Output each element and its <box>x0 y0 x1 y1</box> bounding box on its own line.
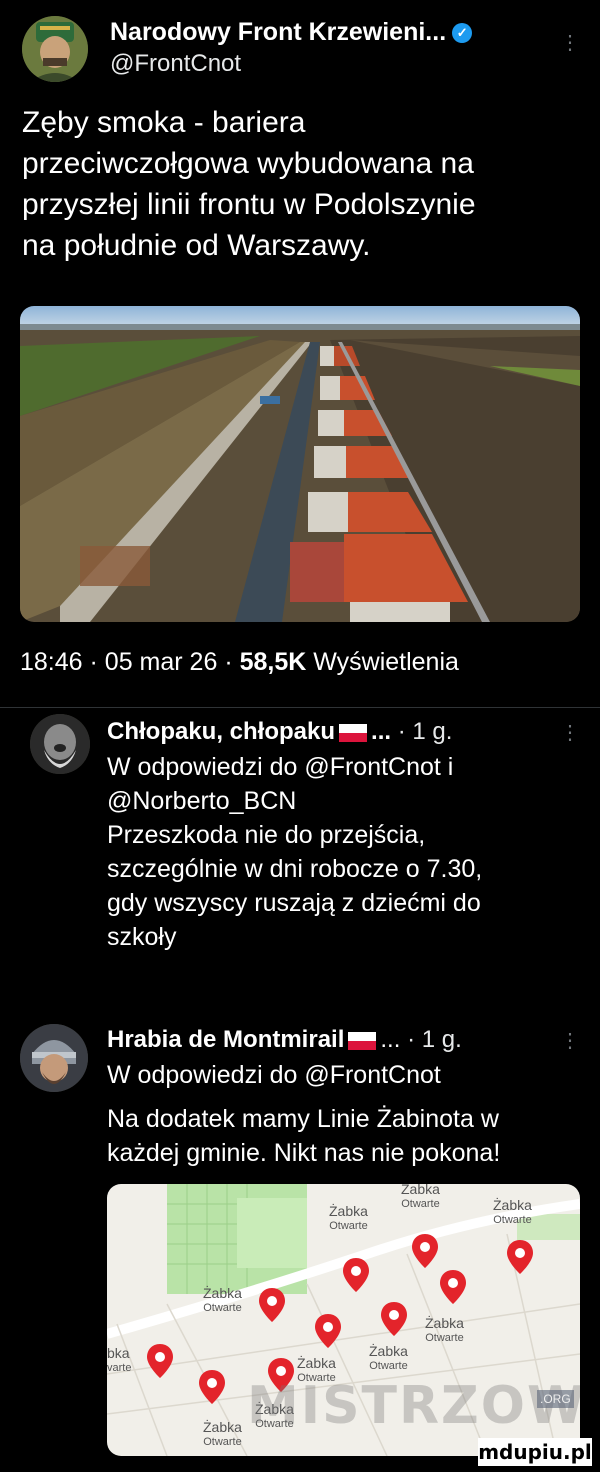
reply-text-line: gdy wszyscy ruszają z dziećmi do <box>107 889 481 917</box>
reply-text: Przeszkoda nie do przejścia, szczególnie… <box>107 818 587 954</box>
reply-to: W odpowiedzi do @FrontCnot <box>107 1058 577 1092</box>
reply-author-name[interactable]: Chłopaku, chłopaku <box>107 718 335 745</box>
reply-to-line: W odpowiedzi do @FrontCnot i <box>107 753 454 781</box>
more-options-icon[interactable]: ⋮ <box>560 1028 581 1053</box>
map-label: bka varte <box>107 1346 131 1376</box>
map-pin-icon <box>440 1270 466 1309</box>
map-label-status: Otwarte <box>493 1214 532 1226</box>
views-label: Wyświetlenia <box>313 648 459 676</box>
map-label-status: varte <box>107 1362 132 1374</box>
map-label-title: bka <box>107 1345 130 1361</box>
photo-image <box>20 306 580 622</box>
author-name[interactable]: Narodowy Front Krzewieni... <box>110 18 446 46</box>
reply-text-line: szkoły <box>107 923 177 951</box>
reply-text-line: Przeszkoda nie do przejścia, <box>107 821 426 849</box>
map-label: Żabka Otwarte <box>425 1316 464 1346</box>
map-label-status: Otwarte <box>425 1332 464 1344</box>
reply-avatar[interactable] <box>30 714 90 774</box>
map-label-title: Żabka <box>297 1355 336 1371</box>
reply-age[interactable]: · 1 g. <box>398 718 453 745</box>
reply-map-image[interactable]: Żabka Otwarte Żabka Otwarte Żabka Otwarte Ż… <box>107 1184 580 1456</box>
map-label-status: Otwarte <box>369 1360 408 1372</box>
map-label-status: Otwarte <box>203 1302 242 1314</box>
reply-age[interactable]: · 1 g. <box>407 1026 462 1053</box>
map-label-title: Żabka <box>493 1197 532 1213</box>
reply-author-row: Chłopaku, chłopaku... · 1 g. <box>107 718 452 746</box>
map-pin-icon <box>412 1234 438 1273</box>
map-pin-icon <box>507 1240 533 1279</box>
map-pin-icon <box>147 1344 173 1383</box>
map-label-title: Żabka <box>203 1419 242 1435</box>
map-pin-icon <box>315 1314 341 1353</box>
meta-separator: · <box>224 648 233 676</box>
tweet-text-line: przeciwczołgowa wybudowana na <box>22 147 474 180</box>
reply-text-line: szczególnie w dni robocze o 7.30, <box>107 855 483 883</box>
map-label-title: Żabka <box>401 1184 440 1197</box>
name-ellipsis: ... <box>380 1026 401 1053</box>
map-label-status: Otwarte <box>329 1220 368 1232</box>
author-handle[interactable]: @FrontCnot <box>110 50 241 78</box>
reply-text-line: każdej gminie. Nikt nas nie pokona! <box>107 1139 501 1167</box>
avatar-image <box>22 16 88 82</box>
divider <box>0 707 600 708</box>
reply-text-line: Na dodatek mamy Linie Żabinota w <box>107 1105 499 1133</box>
map-pin-icon <box>343 1258 369 1297</box>
map-pin-icon <box>199 1370 225 1409</box>
tweet-time[interactable]: 18:46 <box>20 648 83 676</box>
reply-to-line: @Norberto_BCN <box>107 787 297 815</box>
reply-avatar[interactable] <box>20 1024 88 1092</box>
reply-author-row: Hrabia de Montmirail... · 1 g. <box>107 1026 462 1054</box>
map-label: Żabka Otwarte <box>493 1198 532 1228</box>
map-label: Żabka Otwarte <box>203 1286 242 1316</box>
views-count: 58,5K <box>239 648 307 676</box>
site-watermark-org: .ORG <box>537 1390 574 1408</box>
poland-flag-icon <box>348 1031 377 1050</box>
tweet-text-line: przyszłej linii frontu w Podolszynie <box>22 188 476 221</box>
avatar-image <box>30 714 90 774</box>
avatar-image <box>20 1024 88 1092</box>
map-label-title: Żabka <box>203 1285 242 1301</box>
tweet-text: Zęby smoka - bariera przeciwczołgowa wyb… <box>22 102 582 266</box>
more-options-icon[interactable]: ⋮ <box>560 30 581 55</box>
reply-author-name[interactable]: Hrabia de Montmirail <box>107 1026 344 1053</box>
poland-flag-icon <box>339 723 368 742</box>
reply-text: Na dodatek mamy Linie Żabinota w każdej … <box>107 1102 587 1170</box>
map-label-title: Żabka <box>329 1203 368 1219</box>
map-label: Żabka Otwarte <box>401 1184 440 1212</box>
reply-to: W odpowiedzi do @FrontCnot i @Norberto_B… <box>107 750 577 818</box>
map-label-status: Otwarte <box>401 1198 440 1210</box>
meta-separator: · <box>89 648 98 676</box>
map-label: Żabka Otwarte <box>203 1420 242 1450</box>
corner-watermark: mdupiu.pl <box>478 1438 592 1466</box>
map-label-status: Otwarte <box>203 1436 242 1448</box>
map-label-title: Żabka <box>369 1343 408 1359</box>
tweet-meta: 18:46 · 05 mar 26 · 58,5K Wyświetlenia <box>20 648 459 677</box>
tweet-photo[interactable] <box>20 306 580 622</box>
tweet-text-line: Zęby smoka - bariera <box>22 106 306 139</box>
name-ellipsis: ... <box>371 718 392 745</box>
more-options-icon[interactable]: ⋮ <box>560 720 581 745</box>
author-name-row[interactable]: Narodowy Front Krzewieni... ✓ <box>110 18 473 47</box>
map-label: Żabka Otwarte <box>329 1204 368 1234</box>
map-label-title: Żabka <box>425 1315 464 1331</box>
map-pin-icon <box>381 1302 407 1341</box>
author-avatar[interactable] <box>22 16 88 82</box>
tweet-text-line: na południe od Warszawy. <box>22 229 371 262</box>
verified-badge-icon: ✓ <box>452 23 473 44</box>
reply-to-line: W odpowiedzi do @FrontCnot <box>107 1061 441 1089</box>
map-pin-icon <box>259 1288 285 1327</box>
tweet-date[interactable]: 05 mar 26 <box>105 648 218 676</box>
map-label: Żabka Otwarte <box>369 1344 408 1374</box>
site-watermark: MISTRZOWIE <box>247 1376 580 1436</box>
